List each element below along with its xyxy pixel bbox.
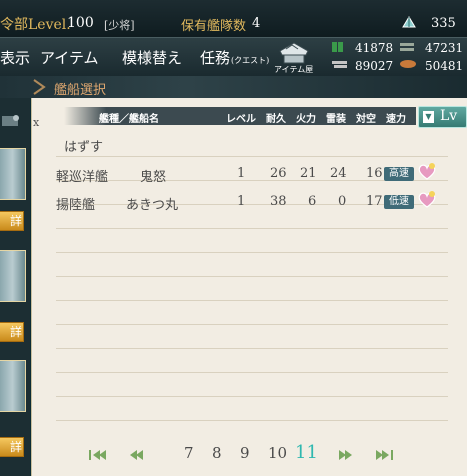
ship-torpedo: 24 — [330, 166, 347, 181]
page-number[interactable]: 9 — [240, 444, 250, 462]
ammo-icon — [400, 43, 414, 51]
remove-ship-row[interactable]: はずす — [56, 133, 448, 157]
prev-page-icon[interactable] — [127, 447, 149, 463]
steel-icon — [332, 61, 347, 68]
ship-portrait-icon — [2, 115, 19, 126]
detail-button[interactable]: 詳細 — [0, 211, 24, 231]
ship-hp: 38 — [270, 194, 287, 209]
detail-button[interactable]: 詳細 — [0, 437, 24, 457]
fuel-value: 41878 — [355, 41, 394, 55]
ship-firepower: 21 — [300, 166, 317, 181]
hq-level-value: 100 — [67, 15, 94, 31]
ship-level: 1 — [237, 194, 246, 209]
ship-card[interactable] — [0, 148, 26, 200]
row-divider — [56, 276, 448, 277]
header-class-name: 艦種／艦船名 — [99, 114, 159, 125]
hq-level-label: 令部Level. — [0, 17, 71, 33]
ship-torpedo: 0 — [338, 194, 347, 209]
row-divider — [56, 324, 448, 325]
page-number-current[interactable]: 11 — [295, 442, 318, 463]
ship-aa: 17 — [366, 194, 383, 209]
speed-badge: 低速 — [384, 195, 414, 209]
header-speed: 速力 — [386, 114, 406, 125]
ammo-value: 47231 — [425, 41, 464, 55]
fleet-count-label: 保有艦隊数 — [181, 19, 247, 34]
page-number[interactable]: 10 — [268, 444, 287, 462]
menu-quests-label: 任務 — [200, 49, 231, 67]
row-divider — [56, 420, 448, 421]
last-page-icon[interactable] — [372, 447, 394, 463]
bauxite-icon — [400, 60, 416, 68]
ship-hp: 26 — [270, 166, 287, 181]
bucket-icon — [402, 16, 416, 28]
ship-firepower: 6 — [308, 194, 317, 209]
ship-level: 1 — [237, 166, 246, 181]
close-icon[interactable]: x — [33, 116, 39, 129]
page-title: 艦船選択 — [54, 83, 107, 98]
first-page-icon[interactable] — [88, 447, 110, 463]
sort-level-button[interactable]: ▼ Lv — [418, 106, 467, 128]
ship-aa: 16 — [366, 166, 383, 181]
page-number[interactable]: 7 — [184, 444, 194, 462]
row-divider — [56, 372, 448, 373]
row-divider — [56, 300, 448, 301]
heart-lock-icon — [418, 191, 436, 208]
remove-label: はずす — [64, 140, 104, 155]
table-row[interactable]: 軽巡洋艦 鬼怒 1 26 21 24 16 高速 — [56, 157, 448, 185]
sort-label: Lv — [440, 108, 458, 124]
currency-value: 335 — [431, 16, 456, 31]
header-torpedo: 雷装 — [326, 114, 346, 125]
row-divider — [56, 348, 448, 349]
menu-quests-sub: (クエスト) — [231, 56, 270, 65]
header-level: レベル — [226, 114, 256, 125]
header-firepower: 火力 — [296, 114, 316, 125]
rank-label: [少将] — [104, 19, 135, 32]
speed-badge: 高速 — [384, 167, 414, 181]
menu-display[interactable]: 表示 — [0, 47, 30, 68]
header-aa: 対空 — [356, 114, 376, 125]
ship-type: 揚陸艦 — [56, 198, 96, 213]
page-number[interactable]: 8 — [212, 444, 222, 462]
sort-dropdown-icon: ▼ — [423, 111, 434, 123]
next-page-icon[interactable] — [333, 447, 355, 463]
title-accent-icon — [33, 79, 46, 95]
heart-lock-icon — [418, 163, 436, 180]
ship-card[interactable] — [0, 250, 26, 302]
ship-name: あきつ丸 — [126, 198, 179, 213]
fuel-icon — [332, 42, 343, 52]
table-row[interactable]: 揚陸艦 あきつ丸 1 38 6 0 17 低速 — [56, 181, 448, 213]
bauxite-value: 50481 — [425, 59, 464, 73]
menu-furniture[interactable]: 模様替え — [122, 47, 182, 68]
steel-value: 89027 — [355, 59, 394, 73]
row-divider — [56, 228, 448, 229]
detail-button[interactable]: 詳細 — [0, 322, 24, 342]
row-divider — [56, 396, 448, 397]
menu-items[interactable]: アイテム — [40, 47, 99, 68]
fleet-count-value: 4 — [252, 16, 261, 31]
menu-quests[interactable]: 任務(クエスト) — [200, 47, 269, 68]
header-hp: 耐久 — [266, 114, 286, 125]
ship-card[interactable] — [0, 360, 26, 412]
row-divider — [56, 252, 448, 253]
item-shop-label: アイテム屋 — [274, 65, 314, 74]
